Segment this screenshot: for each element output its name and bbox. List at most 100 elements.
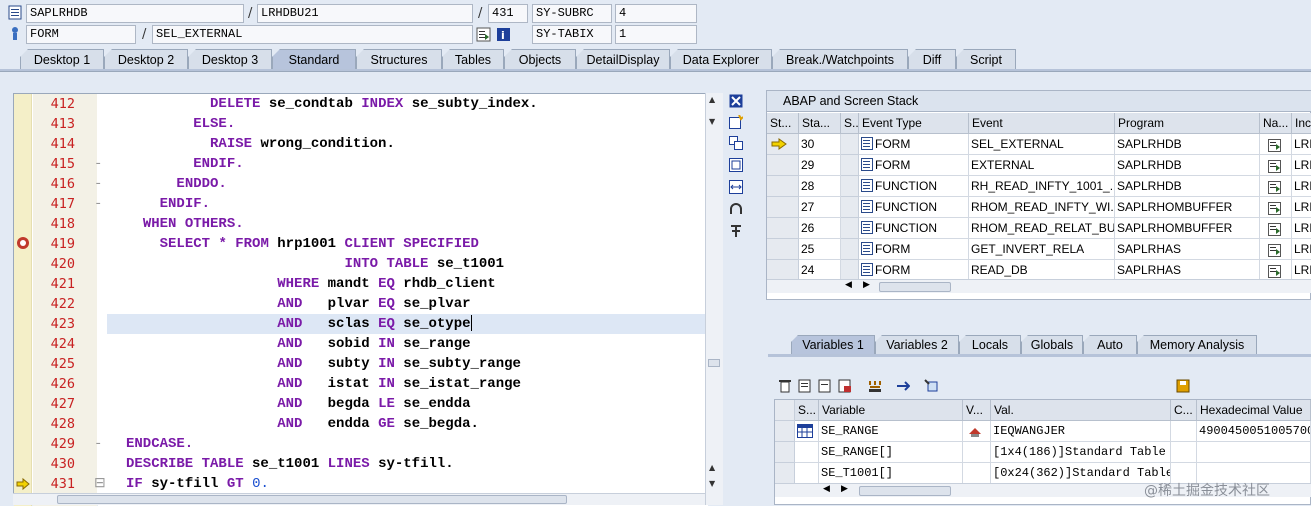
tab-data-explorer[interactable]: Data Explorer — [670, 49, 772, 70]
tab-variables-2[interactable]: Variables 2 — [875, 335, 959, 355]
filter-icon[interactable] — [924, 379, 938, 393]
stack-navigate-cell[interactable] — [1260, 197, 1292, 218]
code-line[interactable]: 423 AND sclas EQ se_otype — [14, 314, 708, 334]
stack-row-selector[interactable] — [767, 218, 799, 239]
navigate-icon[interactable] — [1268, 201, 1282, 217]
code-line[interactable]: 425 AND subty IN se_subty_range — [14, 354, 708, 374]
editor-vertical-scrollbar[interactable]: ▲ ▼ ▲ ▼ — [705, 93, 723, 505]
tab-script[interactable]: Script — [956, 49, 1016, 70]
stack-program-cell[interactable]: SAPLRHOMBUFFER — [1115, 197, 1260, 218]
variable-value-cell[interactable]: [1x4(186)]Standard Table — [991, 442, 1171, 463]
stack-program-cell[interactable]: SAPLRHDB — [1115, 176, 1260, 197]
stack-event-type-cell[interactable]: FORM — [859, 155, 969, 176]
code-line[interactable]: 415 - ENDIF. — [14, 154, 708, 174]
code-line[interactable]: 422 AND plvar EQ se_plvar — [14, 294, 708, 314]
variable-change-cell[interactable] — [963, 463, 991, 484]
tab-locals[interactable]: Locals — [959, 335, 1021, 355]
tab-memory-analysis[interactable]: Memory Analysis — [1137, 335, 1257, 355]
variables-column-header[interactable]: Val. — [991, 400, 1171, 421]
stack-row-selector[interactable] — [767, 134, 799, 155]
tab-desktop-1[interactable]: Desktop 1 — [20, 49, 104, 70]
tab-variables-1[interactable]: Variables 1 — [791, 335, 875, 355]
variables-column-header[interactable]: C... — [1171, 400, 1197, 421]
stack-navigate-cell[interactable] — [1260, 134, 1292, 155]
save-layout-icon[interactable] — [838, 379, 852, 393]
stack-event-cell[interactable]: RHOM_READ_RELAT_BU... — [969, 218, 1115, 239]
scroll-up-page-icon[interactable]: ▼ — [709, 117, 715, 126]
stack-hscroll-thumb[interactable] — [879, 282, 951, 292]
code-line[interactable]: 414 RAISE wrong_condition. — [14, 134, 708, 154]
variable-change-cell[interactable] — [963, 442, 991, 463]
variables-column-header[interactable]: Variable — [819, 400, 963, 421]
event-type-field[interactable]: FORM — [26, 25, 136, 44]
stack-level-cell[interactable]: 25 — [799, 239, 841, 260]
stack-include-cell[interactable]: LRH — [1292, 197, 1311, 218]
tab-standard[interactable]: Standard — [272, 49, 356, 70]
stack-event-type-cell[interactable]: FORM — [859, 134, 969, 155]
stack-navigate-cell[interactable] — [1260, 155, 1292, 176]
variable-hex-cell[interactable]: 4900450051005700... — [1197, 421, 1311, 442]
stack-program-cell[interactable]: SAPLRHOMBUFFER — [1115, 218, 1260, 239]
variables-row-selector[interactable] — [775, 463, 795, 484]
stack-navigate-cell[interactable] — [1260, 218, 1292, 239]
variables-hscroll-thumb[interactable] — [859, 486, 951, 496]
stack-event-type-cell[interactable]: FUNCTION — [859, 197, 969, 218]
scroll-left-icon[interactable]: ◀ — [823, 484, 830, 494]
code-line[interactable]: 418 WHEN OTHERS. — [14, 214, 708, 234]
sysfield2-value[interactable]: 1 — [615, 25, 697, 44]
stack-program-cell[interactable]: SAPLRHAS — [1115, 239, 1260, 260]
stack-level-cell[interactable]: 27 — [799, 197, 841, 218]
hscroll-thumb[interactable] — [57, 495, 567, 504]
breakpoint-icon[interactable] — [16, 236, 30, 250]
tab-structures[interactable]: Structures — [356, 49, 442, 70]
code-line[interactable]: 428 AND endda GE se_begda. — [14, 414, 708, 434]
stack-include-cell[interactable]: LRH — [1292, 155, 1311, 176]
code-line[interactable]: 427 AND begda LE se_endda — [14, 394, 708, 414]
stack-level-cell[interactable]: 29 — [799, 155, 841, 176]
replace-tool-icon[interactable] — [729, 136, 743, 150]
stack-event-type-cell[interactable]: FORM — [859, 260, 969, 281]
variable-name-cell[interactable]: SE_RANGE[] — [819, 442, 963, 463]
stack-event-cell[interactable]: EXTERNAL — [969, 155, 1115, 176]
load-icon[interactable] — [818, 379, 832, 393]
sysfield1-value[interactable]: 4 — [615, 4, 697, 23]
navigate-structure-icon[interactable] — [896, 379, 911, 393]
services-icon[interactable] — [729, 202, 743, 216]
stack-include-cell[interactable]: LRH — [1292, 239, 1311, 260]
sysfield1-name[interactable]: SY-SUBRC — [532, 4, 612, 23]
stack-program-cell[interactable]: SAPLRHAS — [1115, 260, 1260, 281]
code-line[interactable]: 429 - ENDCASE. — [14, 434, 708, 454]
navigate-icon[interactable] — [1268, 159, 1282, 175]
include-field[interactable]: LRHDBU21 — [257, 4, 473, 23]
scroll-right-icon[interactable]: ▶ — [863, 280, 870, 290]
new-tool-icon[interactable] — [729, 114, 744, 129]
tab-diff[interactable]: Diff — [908, 49, 956, 70]
tab-tables[interactable]: Tables — [442, 49, 504, 70]
save-icon[interactable] — [1176, 379, 1190, 393]
stack-event-cell[interactable]: RHOM_READ_INFTY_WI... — [969, 197, 1115, 218]
stack-level-cell[interactable]: 26 — [799, 218, 841, 239]
code-line[interactable]: 426 AND istat IN se_istat_range — [14, 374, 708, 394]
tab-detaildisplay[interactable]: DetailDisplay — [576, 49, 670, 70]
stack-event-type-cell[interactable]: FUNCTION — [859, 176, 969, 197]
variable-hex-cell[interactable] — [1197, 442, 1311, 463]
stack-row-selector[interactable] — [767, 176, 799, 197]
stack-column-header[interactable]: Program — [1115, 113, 1260, 134]
variable-value-cell[interactable]: IEQWANGJER — [991, 421, 1171, 442]
stack-include-cell[interactable]: LRH — [1292, 134, 1311, 155]
code-line[interactable]: 430 DESCRIBE TABLE se_t1001 LINES sy-tfil… — [14, 454, 708, 474]
editor-horizontal-scrollbar[interactable] — [13, 493, 705, 505]
variables-column-header[interactable]: Hexadecimal Value — [1197, 400, 1311, 421]
scroll-down-icon[interactable]: ▼ — [709, 479, 715, 488]
stack-level-cell[interactable]: 30 — [799, 134, 841, 155]
stack-include-cell[interactable]: LRH — [1292, 176, 1311, 197]
tab-desktop-2[interactable]: Desktop 2 — [104, 49, 188, 70]
stack-column-header[interactable]: Inc — [1292, 113, 1311, 134]
stack-column-header[interactable]: Event Type — [859, 113, 969, 134]
source-editor[interactable]: 412 DELETE se_condtab INDEX se_subty_ind… — [13, 93, 723, 506]
change-value-icon[interactable] — [967, 424, 983, 441]
delete-icon[interactable] — [778, 379, 792, 393]
stack-event-cell[interactable]: SEL_EXTERNAL — [969, 134, 1115, 155]
stack-include-cell[interactable]: LRH — [1292, 260, 1311, 281]
scroll-left-icon[interactable]: ◀ — [845, 280, 852, 290]
